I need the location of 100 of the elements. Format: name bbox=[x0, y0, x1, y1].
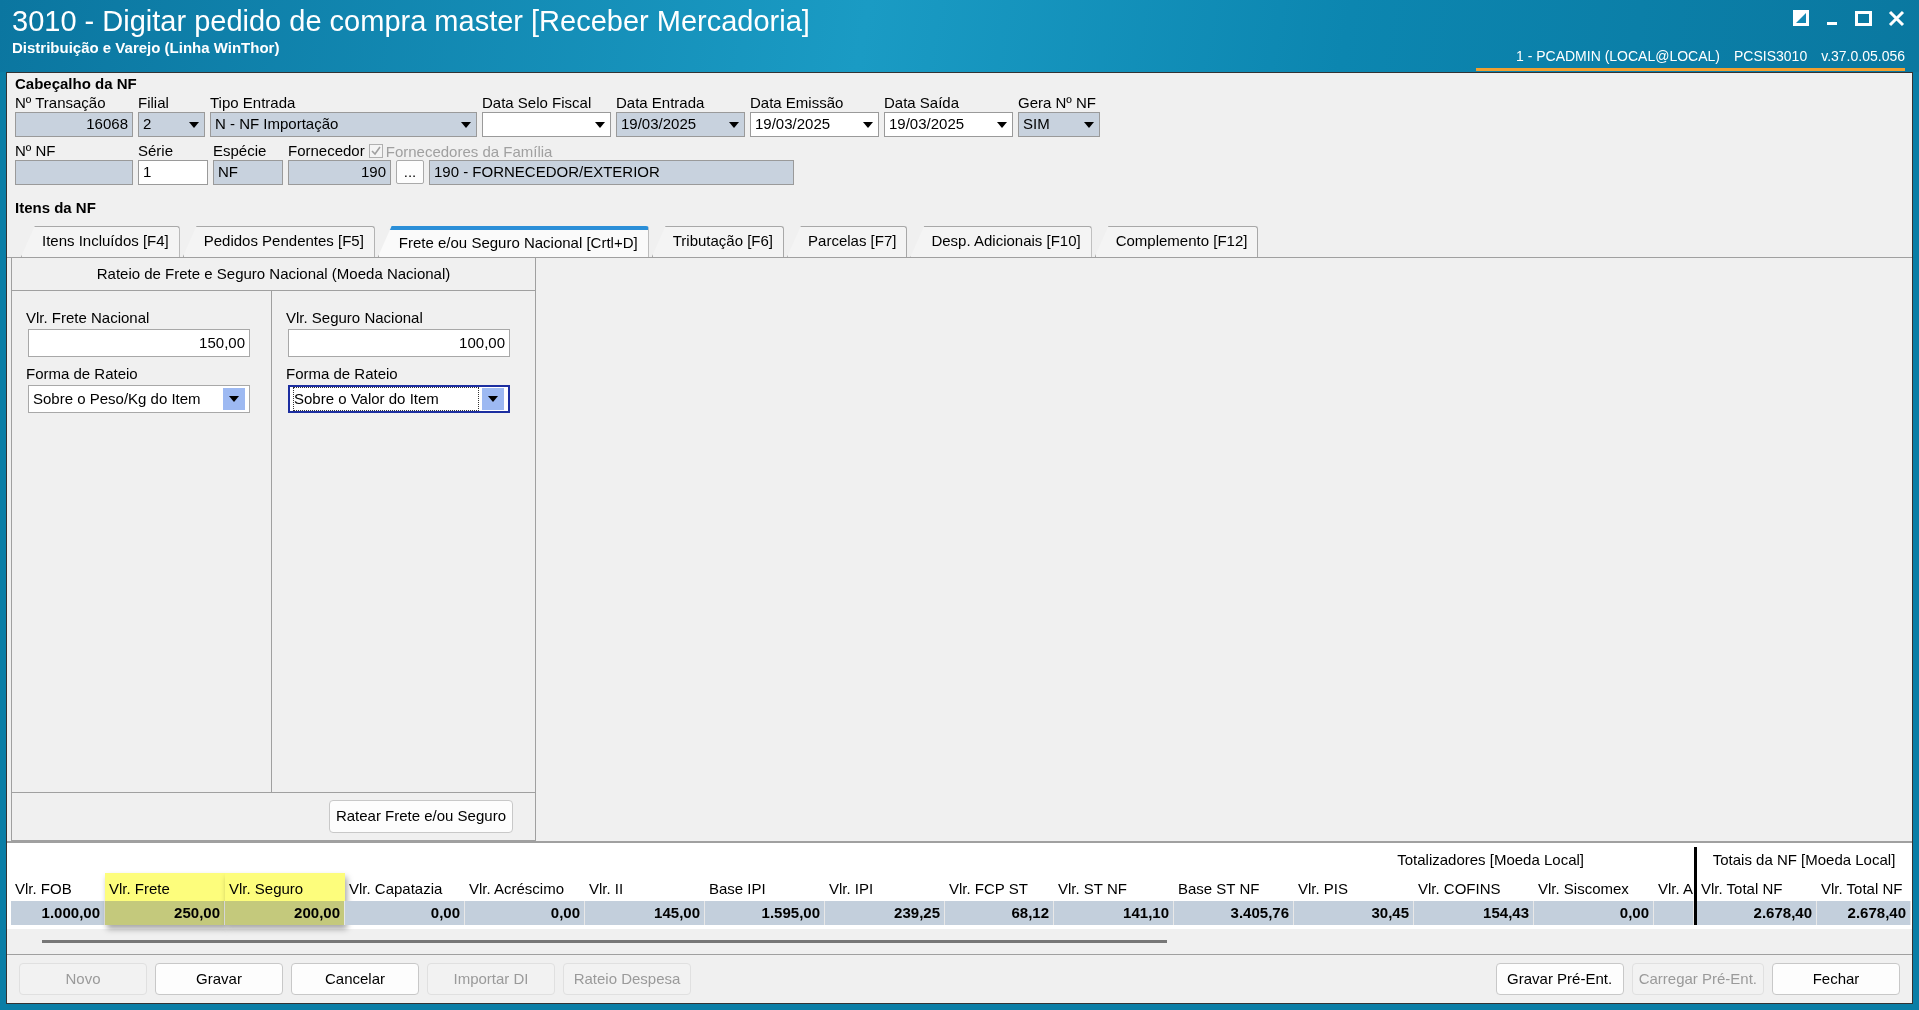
column-header: Vlr. Total NF bbox=[1820, 879, 1904, 899]
input-field[interactable]: 190 bbox=[288, 160, 391, 185]
table-cell: 250,00 bbox=[105, 901, 225, 925]
program-code: PCSIS3010 bbox=[1734, 47, 1808, 66]
window-subtitle: Distribuição e Varejo (Linha WinThor) bbox=[12, 38, 281, 58]
tab[interactable]: Frete e/ou Seguro Nacional [Crtl+D] bbox=[377, 225, 649, 257]
column-header: Vlr. PIS bbox=[1297, 879, 1350, 899]
dropdown-field[interactable]: 19/03/2025 bbox=[884, 112, 1013, 137]
field-label: Data Emissão bbox=[750, 94, 844, 111]
field-label: Tipo Entrada bbox=[210, 94, 296, 111]
dropdown-arrow-icon[interactable] bbox=[996, 119, 1008, 130]
table-cell: 3.405,76 bbox=[1174, 901, 1294, 925]
column-header: Vlr. FOB bbox=[14, 879, 73, 899]
dropdown-arrow-icon[interactable] bbox=[228, 394, 240, 404]
dropdown-field[interactable]: 2 bbox=[138, 112, 205, 137]
action-button[interactable]: Cancelar bbox=[291, 963, 419, 995]
column-header: Vlr. Siscomex bbox=[1537, 879, 1630, 899]
close-icon[interactable] bbox=[1888, 9, 1905, 27]
column-header: Vlr. Capatazia bbox=[348, 879, 444, 899]
dropdown-arrow-icon[interactable] bbox=[188, 119, 200, 130]
dropdown-field[interactable]: Sobre o Peso/Kg do Item bbox=[28, 385, 250, 413]
table-cell: 0,00 bbox=[1534, 901, 1654, 925]
section-title: Cabeçalho da NF bbox=[15, 75, 138, 93]
table-cell bbox=[1654, 901, 1694, 925]
dropdown-arrow-icon[interactable] bbox=[487, 394, 499, 404]
input-field[interactable]: 190 - FORNECEDOR/EXTERIOR bbox=[429, 160, 794, 185]
maximize-icon[interactable] bbox=[1855, 9, 1872, 27]
tab[interactable]: Complemento [F12] bbox=[1094, 225, 1259, 257]
input-field[interactable]: 1 bbox=[138, 160, 208, 185]
column-header: Vlr. FCP ST bbox=[948, 879, 1029, 899]
field-label: Forma de Rateio bbox=[286, 364, 399, 384]
column-header: Base ST NF bbox=[1177, 879, 1261, 899]
table-cell: 200,00 bbox=[225, 901, 345, 925]
table-cell: 154,43 bbox=[1414, 901, 1534, 925]
apportion-button[interactable]: Ratear Frete e/ou Seguro bbox=[328, 800, 513, 833]
group-header: Totais da NF [Moeda Local] bbox=[1712, 851, 1896, 868]
table-cell: 68,12 bbox=[945, 901, 1054, 925]
table-cell: 1.000,00 bbox=[11, 901, 105, 925]
action-button[interactable]: Fechar bbox=[1772, 963, 1900, 995]
field-label: Nº NF bbox=[15, 142, 56, 159]
table-cell: 141,10 bbox=[1054, 901, 1174, 925]
dropdown-field[interactable]: 19/03/2025 bbox=[750, 112, 879, 137]
input-field[interactable]: 100,00 bbox=[288, 329, 510, 357]
input-field[interactable] bbox=[15, 160, 133, 185]
scrollbar-thumb[interactable] bbox=[42, 940, 1167, 943]
dropdown-field[interactable]: 19/03/2025 bbox=[616, 112, 745, 137]
table-cell: 30,45 bbox=[1294, 901, 1414, 925]
table-cell: 2.678,40 bbox=[1817, 901, 1911, 925]
table-cell: 145,00 bbox=[585, 901, 705, 925]
dropdown-arrow-icon[interactable] bbox=[862, 119, 874, 130]
field-label: Vlr. Seguro Nacional bbox=[286, 308, 424, 328]
table-cell: 2.678,40 bbox=[1697, 901, 1817, 925]
input-field[interactable]: 16068 bbox=[15, 112, 133, 137]
dropdown-arrow-icon[interactable] bbox=[728, 119, 740, 130]
field-label: Gera Nº NF bbox=[1018, 94, 1096, 111]
action-button[interactable]: Gravar bbox=[155, 963, 283, 995]
dropdown-field[interactable]: N - NF Importação bbox=[210, 112, 477, 137]
field-label: Filial bbox=[138, 94, 169, 111]
theme-icon[interactable] bbox=[1793, 10, 1809, 26]
field-label: Série bbox=[138, 142, 174, 159]
field-label: Nº Transação bbox=[15, 94, 106, 111]
section-title: Itens da NF bbox=[15, 199, 96, 217]
input-field[interactable]: NF bbox=[213, 160, 283, 185]
column-header: Vlr. Acréscimo bbox=[468, 879, 566, 899]
version-label: v.37.0.05.056 bbox=[1821, 47, 1905, 66]
field-label: Data Selo Fiscal bbox=[482, 94, 592, 111]
column-header: Vlr. II bbox=[588, 879, 625, 899]
column-header: Vlr. Frete bbox=[105, 873, 225, 901]
input-field[interactable]: 150,00 bbox=[28, 329, 250, 357]
dropdown-field[interactable]: SIM bbox=[1018, 112, 1100, 137]
field-label: Data Entrada bbox=[616, 94, 705, 111]
tab[interactable]: Pedidos Pendentes [F5] bbox=[182, 225, 375, 257]
dropdown-arrow-icon[interactable] bbox=[460, 119, 472, 130]
column-header: Vlr. Seguro bbox=[225, 873, 345, 901]
checkbox-label: Fornecedores da Família bbox=[385, 141, 553, 161]
tab[interactable]: Tributação [F6] bbox=[651, 225, 785, 257]
field-label: Espécie bbox=[213, 142, 267, 159]
field-label: Vlr. Frete Nacional bbox=[26, 308, 151, 328]
field-label: Forma de Rateio bbox=[26, 364, 139, 384]
tab[interactable]: Desp. Adicionais [F10] bbox=[910, 225, 1092, 257]
dropdown-arrow-icon[interactable] bbox=[1083, 119, 1095, 130]
dropdown-arrow-icon[interactable] bbox=[594, 119, 606, 130]
panel-title: Rateio de Frete e Seguro Nacional (Moeda Nacional) bbox=[96, 265, 451, 282]
column-header: Vlr. A bbox=[1657, 879, 1694, 899]
column-header: Vlr. COFINS bbox=[1417, 879, 1502, 899]
tab[interactable]: Itens Incluídos [F4] bbox=[21, 225, 180, 257]
dropdown-field[interactable]: Sobre o Valor do Item bbox=[288, 385, 510, 413]
action-button[interactable]: Gravar Pré-Ent. bbox=[1495, 963, 1624, 995]
session-info: 1 - PCADMIN (LOCAL@LOCAL) bbox=[1515, 47, 1720, 66]
browse-button[interactable]: ... bbox=[396, 160, 424, 184]
table-cell: 239,25 bbox=[825, 901, 945, 925]
window-title: 3010 - Digitar pedido de compra master [Receber Mercadoria] bbox=[12, 4, 810, 38]
group-header: Totalizadores [Moeda Local] bbox=[1397, 851, 1584, 868]
field-label: Fornecedor bbox=[288, 142, 365, 159]
column-header: Vlr. ST NF bbox=[1057, 879, 1128, 899]
field-label: Data Saída bbox=[884, 94, 960, 111]
tab[interactable]: Parcelas [F7] bbox=[787, 225, 908, 257]
table-cell: 0,00 bbox=[465, 901, 585, 925]
dropdown-field[interactable] bbox=[482, 112, 611, 137]
column-header: Base IPI bbox=[708, 879, 767, 899]
